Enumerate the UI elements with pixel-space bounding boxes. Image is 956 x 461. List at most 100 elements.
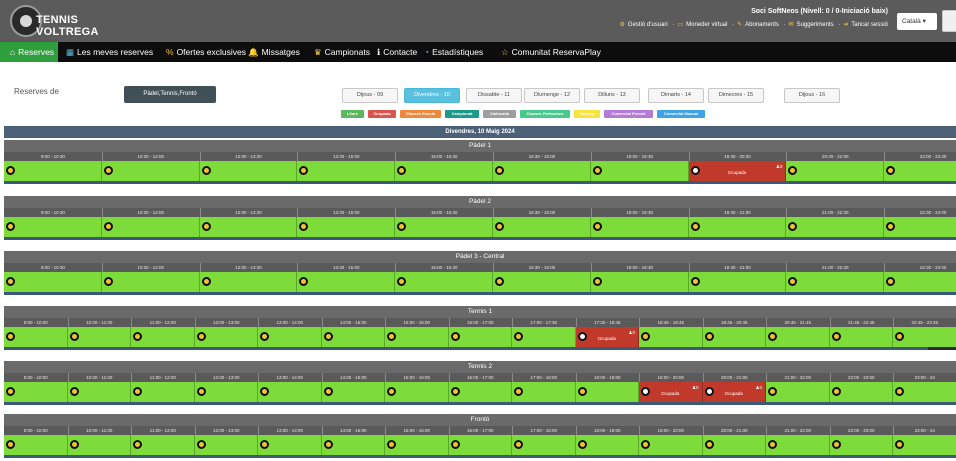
row-scrollbar[interactable]	[4, 402, 956, 405]
slot-free[interactable]	[493, 272, 591, 292]
slot-free[interactable]	[829, 327, 893, 347]
slot-free[interactable]	[639, 327, 703, 347]
slot-free[interactable]	[786, 272, 885, 292]
slot-free[interactable]	[101, 161, 200, 181]
slot-free[interactable]	[493, 161, 591, 181]
slot-free[interactable]	[67, 382, 131, 402]
slot-free[interactable]	[385, 327, 449, 347]
slot-free[interactable]	[702, 435, 766, 455]
language-select[interactable]: Català ▾	[897, 13, 937, 30]
avatar[interactable]	[942, 10, 956, 32]
slot-free[interactable]	[829, 382, 893, 402]
nav-item-1[interactable]: ▦ Les meves reserves	[62, 42, 153, 62]
slot-free[interactable]	[101, 272, 200, 292]
slot-free[interactable]	[194, 382, 258, 402]
row-scrollbar[interactable]	[4, 455, 956, 458]
slot-free[interactable]	[199, 217, 298, 237]
day-button[interactable]: Diumenge - 12	[524, 88, 580, 103]
row-scrollbar[interactable]	[4, 347, 956, 350]
day-button[interactable]: Dijous - 09	[342, 88, 398, 103]
club-logo[interactable]: TENNIS VOLTREGA	[10, 5, 120, 38]
slot-free[interactable]	[395, 217, 493, 237]
slot-free[interactable]	[512, 327, 576, 347]
slot-free[interactable]	[493, 217, 591, 237]
user-link-suggeriments[interactable]: Suggeriments	[797, 22, 834, 28]
slot-free[interactable]	[4, 272, 102, 292]
slot-free[interactable]	[448, 382, 512, 402]
slot-free[interactable]	[512, 435, 576, 455]
slot-free[interactable]	[575, 382, 639, 402]
slot-occupied[interactable]: Ocupada ♟0	[688, 161, 787, 181]
slot-free[interactable]	[258, 327, 322, 347]
nav-item-5[interactable]: ℹ Contacte	[373, 42, 417, 62]
slot-free[interactable]	[702, 327, 766, 347]
slot-free[interactable]	[575, 435, 639, 455]
row-scrollbar[interactable]	[4, 292, 956, 295]
nav-item-3[interactable]: 🔔 Missatges	[244, 42, 300, 62]
slot-free[interactable]	[4, 217, 102, 237]
slot-free[interactable]	[199, 272, 298, 292]
scroll-thumb[interactable]	[928, 347, 956, 350]
slot-free[interactable]	[395, 161, 493, 181]
slot-free[interactable]	[297, 217, 396, 237]
slot-free[interactable]	[194, 327, 258, 347]
slot-free[interactable]	[67, 435, 131, 455]
nav-item-2[interactable]: % Ofertes exclusives	[162, 42, 246, 62]
slot-free[interactable]	[131, 327, 195, 347]
slot-free[interactable]	[893, 435, 956, 455]
slot-free[interactable]	[884, 272, 956, 292]
day-button[interactable]: Dilluns - 13	[584, 88, 640, 103]
slot-free[interactable]	[67, 327, 131, 347]
slot-free[interactable]	[194, 435, 258, 455]
slot-free[interactable]	[590, 272, 689, 292]
user-link-gestio[interactable]: Gestió d'usuari	[628, 22, 668, 28]
slot-free[interactable]	[688, 272, 787, 292]
slot-free[interactable]	[448, 327, 512, 347]
slot-free[interactable]	[321, 435, 385, 455]
slot-free[interactable]	[786, 217, 885, 237]
slot-free[interactable]	[893, 382, 956, 402]
slot-free[interactable]	[766, 435, 830, 455]
day-button[interactable]: Dimecres - 15	[708, 88, 764, 103]
nav-item-4[interactable]: ♛ Campionats	[310, 42, 370, 62]
slot-free[interactable]	[448, 435, 512, 455]
slot-free[interactable]	[4, 435, 68, 455]
slot-free[interactable]	[688, 217, 787, 237]
day-button[interactable]: Divendres - 10	[404, 88, 460, 103]
facility-filter-button[interactable]: Pàdel,Tennis,Frontó	[124, 86, 216, 103]
slot-occupied[interactable]: Ocupada ♟0	[702, 382, 766, 402]
slot-free[interactable]	[590, 217, 689, 237]
slot-free[interactable]	[258, 382, 322, 402]
slot-free[interactable]	[4, 161, 102, 181]
slot-free[interactable]	[385, 435, 449, 455]
slot-free[interactable]	[321, 382, 385, 402]
row-scrollbar[interactable]	[4, 181, 956, 184]
day-button[interactable]: Dimarts - 14	[648, 88, 704, 103]
slot-free[interactable]	[395, 272, 493, 292]
slot-free[interactable]	[4, 327, 68, 347]
nav-item-0[interactable]: ⌂ Reserves	[0, 42, 58, 62]
slot-free[interactable]	[884, 161, 956, 181]
slot-free[interactable]	[639, 435, 703, 455]
slot-free[interactable]	[321, 327, 385, 347]
slot-free[interactable]	[884, 217, 956, 237]
slot-free[interactable]	[385, 382, 449, 402]
day-button[interactable]: Dissabte - 11	[466, 88, 522, 103]
slot-free[interactable]	[893, 327, 956, 347]
slot-free[interactable]	[258, 435, 322, 455]
slot-free[interactable]	[590, 161, 689, 181]
slot-free[interactable]	[131, 382, 195, 402]
slot-free[interactable]	[297, 161, 396, 181]
user-link-abonaments[interactable]: Abonaments	[745, 22, 779, 28]
day-button[interactable]: Dijous - 16	[784, 88, 840, 103]
slot-free[interactable]	[766, 327, 830, 347]
slot-free[interactable]	[131, 435, 195, 455]
nav-item-7[interactable]: ☆ Comunitat ReservaPlay	[497, 42, 601, 62]
slot-free[interactable]	[199, 161, 298, 181]
slot-free[interactable]	[829, 435, 893, 455]
slot-free[interactable]	[4, 382, 68, 402]
user-link-moneder[interactable]: Moneder virtual	[686, 22, 727, 28]
slot-free[interactable]	[512, 382, 576, 402]
slot-free[interactable]	[297, 272, 396, 292]
row-scrollbar[interactable]	[4, 237, 956, 240]
